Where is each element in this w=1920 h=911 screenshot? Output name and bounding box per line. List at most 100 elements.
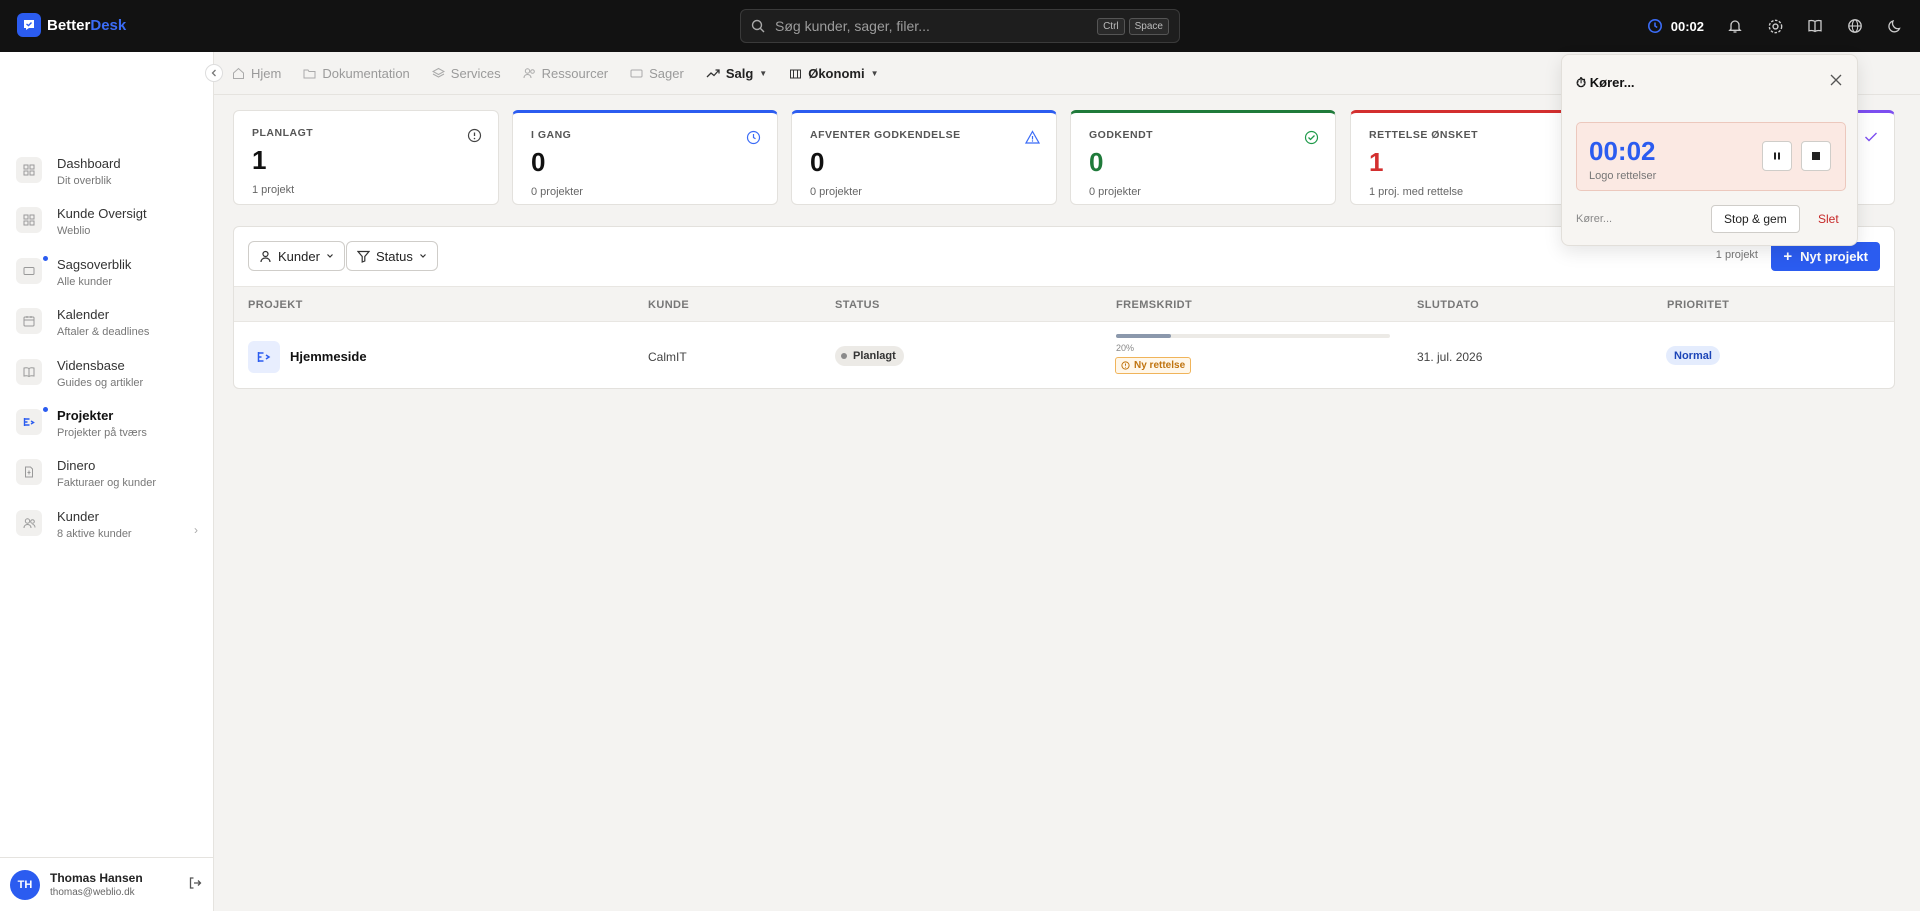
- grid-icon: [16, 207, 42, 234]
- customers-filter-button[interactable]: Kunder: [248, 241, 345, 271]
- stop-and-save-button[interactable]: Stop & gem: [1711, 205, 1800, 233]
- clock-icon: [746, 130, 761, 150]
- priority-badge: Normal: [1666, 346, 1720, 365]
- check-circle-icon: [1304, 130, 1319, 150]
- progress-bar: [1116, 334, 1390, 338]
- stat-title: GODKENDT: [1089, 129, 1154, 141]
- book-icon[interactable]: [1806, 17, 1824, 35]
- brand-name: BetterDesk: [47, 16, 127, 34]
- revision-badge: Ny rettelse: [1115, 357, 1192, 374]
- sidebar-item-vidensbase[interactable]: Vidensbase Guides og artikler: [16, 354, 198, 404]
- new-project-button[interactable]: + Nyt projekt: [1771, 242, 1880, 271]
- sidebar: Dashboard Dit overblik Kunde Oversigt Webl…: [0, 52, 214, 911]
- clock-icon: [1647, 19, 1662, 33]
- user-name: Thomas Hansen: [50, 871, 143, 885]
- tab-salg[interactable]: Salg ▼: [706, 66, 767, 81]
- sidebar-item-projekter[interactable]: Projekter Projekter på tværs: [16, 404, 198, 454]
- status-filter-button[interactable]: Status: [346, 241, 438, 271]
- globe-icon[interactable]: [1846, 17, 1864, 35]
- sidebar-item-dashboard[interactable]: Dashboard Dit overblik: [16, 152, 198, 202]
- stat-value: 0: [531, 147, 546, 177]
- search-input[interactable]: Søg kunder, sager, filer... Ctrl Space: [740, 9, 1180, 43]
- table-row[interactable]: Hjemmeside CalmIT Planlagt 20% Ny rettel…: [234, 322, 1894, 390]
- timer-time: 00:02: [1589, 136, 1656, 166]
- folder-icon: [303, 69, 316, 78]
- close-icon[interactable]: [1829, 73, 1843, 92]
- user-email: thomas@weblio.dk: [50, 887, 135, 898]
- column-header-slutdato[interactable]: SLUTDATO: [1417, 299, 1479, 311]
- gear-icon[interactable]: [1766, 17, 1784, 35]
- top-bar: BetterDesk Søg kunder, sager, filer... C…: [0, 0, 1920, 52]
- logo-icon: [17, 13, 41, 37]
- tab-services[interactable]: Services: [431, 66, 501, 81]
- bell-icon[interactable]: [1726, 17, 1744, 35]
- unread-dot: [43, 255, 48, 261]
- stat-card-godkendt[interactable]: GODKENDT 0 0 projekter: [1070, 110, 1336, 205]
- stat-card-afventer-godkendelse[interactable]: AFVENTER GODKENDELSE 0 0 projekter: [791, 110, 1057, 205]
- timer-indicator[interactable]: 00:02: [1647, 18, 1704, 34]
- filter-icon: [357, 250, 370, 263]
- stat-subtitle: 0 projekter: [1089, 186, 1141, 198]
- project-icon: [248, 341, 280, 373]
- timer-popover: ⏱ Kører... 00:02 Logo rettelser Kører...…: [1561, 54, 1858, 246]
- stat-card-planlagt[interactable]: PLANLAGT 1 1 projekt: [233, 110, 499, 205]
- chevron-right-icon[interactable]: ›: [194, 523, 198, 537]
- pause-icon: [1774, 152, 1780, 160]
- tab-sager[interactable]: Sager: [630, 66, 684, 81]
- tab-label: Hjem: [251, 65, 282, 81]
- sidebar-item-kunde-oversigt[interactable]: Kunde Oversigt Weblio: [16, 202, 198, 252]
- sidebar-item-kalender[interactable]: Kalender Aftaler & deadlines: [16, 303, 198, 353]
- user-icon: [260, 250, 271, 262]
- timer-task: Logo rettelser: [1589, 170, 1657, 182]
- alert-circle-icon: [1121, 361, 1130, 370]
- progress-fill: [1116, 334, 1171, 338]
- sidebar-item-sagsoverblik[interactable]: Sagsoverblik Alle kunder: [16, 253, 198, 303]
- users-icon: [16, 509, 42, 536]
- tab-ressourcer[interactable]: Ressourcer: [523, 66, 608, 81]
- column-header-kunde[interactable]: KUNDE: [648, 299, 689, 311]
- sidebar-item-label: Sagsoverblik: [57, 256, 132, 272]
- sidebar-item-sub: Alle kunder: [57, 275, 113, 288]
- column-header-projekt[interactable]: PROJEKT: [248, 299, 303, 311]
- ticket-icon: [16, 257, 42, 284]
- avatar: TH: [10, 869, 40, 900]
- column-header-status[interactable]: STATUS: [835, 299, 880, 311]
- check-icon: [1864, 130, 1878, 148]
- stat-title: AFVENTER GODKENDELSE: [810, 129, 961, 141]
- column-header-prioritet[interactable]: PRIORITET: [1667, 299, 1729, 311]
- project-name[interactable]: Hjemmeside: [290, 349, 367, 364]
- shortcut-key-space: Space: [1128, 17, 1169, 35]
- sidebar-item-label: Projekter: [57, 407, 114, 423]
- stop-icon: [1812, 152, 1820, 160]
- timer-value: 00:02: [1670, 18, 1704, 34]
- user-profile[interactable]: TH Thomas Hansen thomas@weblio.dk: [0, 857, 214, 911]
- sidebar-nav: Dashboard Dit overblik Kunde Oversigt Webl…: [16, 152, 198, 555]
- sidebar-item-dinero[interactable]: Dinero Fakturaer og kunder: [16, 454, 198, 504]
- info-circle-icon: [467, 128, 482, 148]
- stat-card-i-gang[interactable]: I GANG 0 0 projekter: [512, 110, 778, 205]
- sidebar-collapse-button[interactable]: [205, 64, 223, 82]
- sidebar-item-sub: Aftaler & deadlines: [57, 326, 150, 339]
- pause-button[interactable]: [1762, 141, 1792, 171]
- tab-hjem[interactable]: Hjem: [232, 66, 281, 81]
- stat-title: PLANLAGT: [252, 127, 314, 139]
- chevron-down-icon: [326, 254, 333, 258]
- tab-okonomi[interactable]: Økonomi ▼: [789, 66, 878, 81]
- app-logo[interactable]: BetterDesk: [17, 13, 126, 37]
- caret-down-icon: ▼: [759, 68, 768, 78]
- status-dot: [841, 353, 847, 359]
- column-header-fremskridt[interactable]: FREMSKRIDT: [1116, 299, 1192, 311]
- sidebar-item-kunder[interactable]: Kunder 8 aktive kunder ›: [16, 505, 198, 555]
- popover-title: ⏱ Kører...: [1576, 75, 1635, 90]
- ticket-icon: [630, 69, 643, 77]
- table-header: PROJEKT KUNDE STATUS FREMSKRIDT SLUTDATO…: [234, 286, 1894, 322]
- logout-icon[interactable]: [188, 876, 202, 895]
- tab-label: Ressourcer: [541, 65, 609, 81]
- tab-dokumentation[interactable]: Dokumentation: [303, 66, 410, 81]
- stop-button[interactable]: [1801, 141, 1831, 171]
- moon-icon[interactable]: [1886, 17, 1904, 35]
- trend-up-icon: [706, 68, 720, 77]
- grid-icon: [16, 157, 42, 183]
- delete-button[interactable]: Slet: [1818, 212, 1839, 226]
- sidebar-item-label: Kunder: [57, 508, 99, 524]
